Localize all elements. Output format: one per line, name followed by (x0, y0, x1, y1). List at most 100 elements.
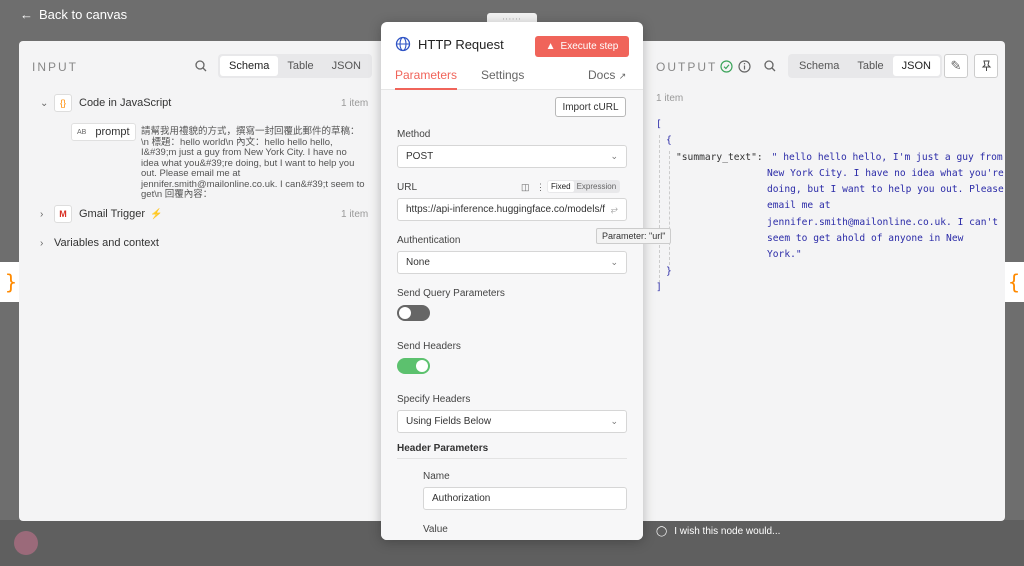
input-tab-json[interactable]: JSON (323, 56, 370, 76)
user-avatar[interactable] (14, 531, 38, 555)
expand-icon[interactable]: ⥂ (611, 199, 618, 220)
feedback-text: I wish this node would... (674, 526, 781, 537)
chevron-down-icon: ⌄ (610, 257, 618, 267)
header-name-value: Authorization (432, 493, 491, 504)
specify-headers-value: Using Fields Below (406, 416, 492, 427)
input-tab-schema[interactable]: Schema (220, 56, 279, 76)
code-braces-icon: {} (54, 94, 72, 112)
edit-output-button[interactable]: ✎ (944, 54, 968, 78)
brace-icon: { (1007, 270, 1021, 294)
globe-icon (395, 36, 411, 52)
node-tabs: Parameters Settings Docs ↗ (381, 68, 643, 90)
specify-headers-label: Specify Headers (397, 394, 471, 405)
json-key: "summary_text": (676, 151, 763, 163)
toggle-knob (399, 307, 411, 319)
mode-expression[interactable]: Expression (574, 181, 620, 192)
more-vertical-icon[interactable]: ⋮ (536, 182, 545, 192)
output-panel-title: OUTPUT (656, 60, 718, 74)
feedback-link[interactable]: ◯ I wish this node would... (656, 526, 780, 537)
info-icon[interactable] (736, 58, 752, 74)
schema-field-prompt[interactable]: AB prompt (71, 123, 136, 141)
json-string-line: doing, but I want to help you out. Pleas… (767, 184, 1004, 196)
output-item-count: 1 item (656, 93, 684, 104)
method-value: POST (406, 151, 434, 162)
fixed-expression-toggle: Fixed Expression (547, 180, 621, 193)
search-icon[interactable] (193, 58, 209, 74)
pin-icon (981, 60, 991, 71)
lightning-icon: ⚡ (150, 208, 163, 220)
import-curl-button[interactable]: Import cURL (555, 97, 626, 117)
chevron-down-icon[interactable]: ⌄ (40, 98, 54, 109)
field-name: prompt (95, 126, 130, 138)
search-icon[interactable] (762, 58, 778, 74)
flask-icon: ▲ (545, 41, 556, 52)
input-tab-table[interactable]: Table (278, 56, 322, 76)
send-headers-label: Send Headers (397, 341, 461, 352)
tree-node-code[interactable]: ⌄ {} Code in JavaScript (40, 94, 171, 112)
auth-label: Authentication (397, 235, 461, 246)
json-string-line: " hello hello hello, I'm just a guy from (771, 151, 1003, 163)
json-string-line: email me at (767, 200, 831, 212)
tab-parameters[interactable]: Parameters (395, 68, 458, 90)
item-count: 1 item (341, 209, 369, 220)
json-string-line: New York City. I have no idea what you'r… (767, 167, 1004, 179)
pencil-icon: ✎ (950, 58, 962, 73)
back-to-canvas-link[interactable]: Back to canvas (39, 7, 127, 22)
chevron-right-icon[interactable]: › (40, 209, 54, 220)
arrow-left-icon[interactable]: ← (20, 7, 33, 22)
specify-headers-select[interactable]: Using Fields Below ⌄ (397, 410, 627, 433)
method-select[interactable]: POST ⌄ (397, 145, 627, 168)
json-output: [ { "summary_text": " hello hello hello,… (656, 117, 1004, 296)
json-string-line: York." (767, 249, 802, 261)
url-options: ◫ ⋮ (521, 182, 545, 193)
chevron-right-icon[interactable]: › (40, 238, 54, 249)
tree-node-label: Code in JavaScript (79, 97, 172, 109)
parameter-tooltip: Parameter: "url" (596, 228, 672, 244)
output-view-switcher: Schema Table JSON (788, 54, 942, 78)
execute-step-label: Execute step (560, 41, 619, 52)
divider (397, 458, 627, 459)
send-headers-toggle[interactable] (397, 358, 430, 374)
json-open-object: { (666, 135, 672, 147)
execute-step-button[interactable]: ▲ Execute step (535, 36, 629, 57)
header-name-label: Name (423, 471, 450, 482)
input-view-switcher: Schema Table JSON (218, 54, 372, 78)
tab-settings[interactable]: Settings (481, 68, 524, 88)
panel-icon[interactable]: ◫ (521, 182, 530, 192)
node-title: HTTP Request (395, 36, 504, 52)
mode-fixed[interactable]: Fixed (548, 181, 574, 192)
auth-select[interactable]: None ⌄ (397, 251, 627, 274)
json-open-array: [ (656, 119, 662, 130)
json-close-array: ] (656, 281, 662, 293)
item-count: 1 item (341, 98, 369, 109)
lightbulb-icon: ◯ (656, 526, 668, 537)
method-label: Method (397, 129, 431, 140)
output-tab-schema[interactable]: Schema (790, 56, 848, 76)
docs-link[interactable]: Docs ↗ (588, 68, 626, 88)
success-check-icon (718, 58, 734, 74)
json-string-line: seem to get ahold of anyone in New (767, 233, 964, 245)
pin-data-button[interactable] (974, 54, 998, 78)
send-query-toggle[interactable] (397, 305, 430, 321)
docs-label: Docs (588, 68, 616, 82)
chevron-down-icon: ⌄ (610, 151, 618, 161)
tree-node-gmail[interactable]: › M Gmail Trigger ⚡ (40, 205, 162, 223)
url-label: URL (397, 182, 418, 193)
field-value: 請幫我用禮貌的方式，撰寫一封回覆此郵件的草稿：\n 標題：hello world… (141, 126, 365, 200)
tree-node-variables[interactable]: › Variables and context (40, 237, 159, 249)
output-tab-table[interactable]: Table (848, 56, 892, 76)
url-value: https://api-inference.huggingface.co/mod… (406, 204, 606, 215)
auth-value: None (406, 257, 430, 268)
output-tab-json[interactable]: JSON (892, 56, 940, 76)
node-title-text[interactable]: HTTP Request (418, 37, 504, 52)
brace-icon: } (4, 270, 18, 294)
header-name-input[interactable]: Authorization (423, 487, 627, 510)
right-panel-toggle[interactable]: { (1003, 262, 1024, 302)
url-input[interactable]: https://api-inference.huggingface.co/mod… (397, 198, 627, 221)
gmail-icon: M (54, 205, 72, 223)
json-close-object: } (666, 265, 672, 277)
json-string-line: jennifer.smith@mailonline.co.uk. I can't (767, 216, 999, 228)
toggle-knob (416, 360, 428, 372)
header-params-label: Header Parameters (397, 443, 489, 454)
tree-node-label: Gmail Trigger (79, 208, 146, 220)
